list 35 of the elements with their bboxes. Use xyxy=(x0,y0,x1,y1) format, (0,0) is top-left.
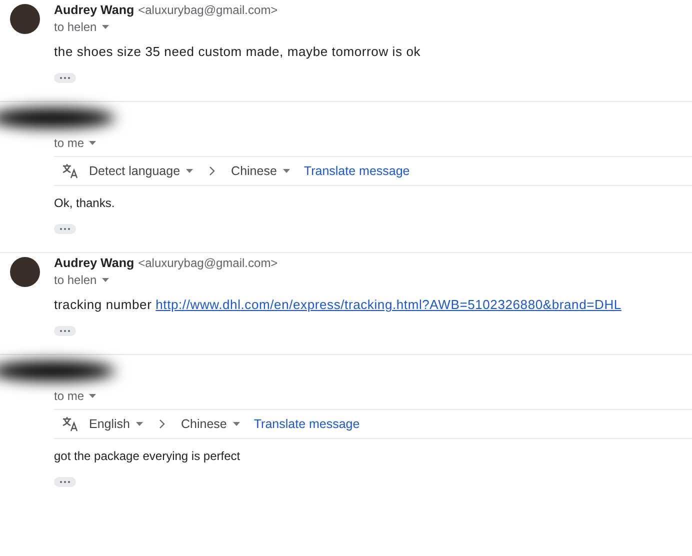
caret-icon xyxy=(232,422,240,426)
recipient-dropdown[interactable]: to helen xyxy=(54,273,278,287)
message-body: Ok, thanks. xyxy=(54,196,116,210)
caret-icon xyxy=(136,422,143,426)
caret-icon xyxy=(282,169,290,173)
source-language-dropdown[interactable]: Detect language xyxy=(89,164,194,178)
message-body: tracking number http://www.dhl.com/en/express/tracking.html?AWB=5102326880&brand=DHL xyxy=(54,297,622,312)
chevron-right-icon xyxy=(159,419,165,429)
translate-message-link[interactable]: Translate message xyxy=(304,164,410,178)
sender-email: <aluxurybag@gmail.com> xyxy=(138,256,278,270)
target-language-dropdown[interactable]: Chinese xyxy=(181,417,240,431)
chevron-right-icon xyxy=(209,166,216,176)
caret-icon xyxy=(89,394,96,398)
target-language-dropdown[interactable]: Chinese xyxy=(231,164,290,178)
sender-email: <aluxurybag@gmail.com> xyxy=(138,3,278,17)
source-language-dropdown[interactable]: English xyxy=(89,417,143,431)
recipient-dropdown[interactable]: to helen xyxy=(54,20,278,34)
tracking-link[interactable]: http://www.dhl.com/en/express/tracking.html?AWB=5102326880&brand=DHL xyxy=(156,297,622,312)
show-trimmed-content-button[interactable] xyxy=(54,326,76,336)
message-body: the shoes size 35 need custom made, maybe tomorrow is ok xyxy=(54,44,422,59)
translate-icon xyxy=(62,163,79,179)
caret-icon xyxy=(102,278,109,282)
show-trimmed-content-button[interactable] xyxy=(54,73,76,83)
caret-icon xyxy=(89,141,96,145)
recipient-dropdown[interactable]: to me xyxy=(54,136,96,150)
sender-name: Audrey Wang xyxy=(54,3,134,17)
message-body: got the package everying is perfect xyxy=(54,449,242,463)
recipient-dropdown[interactable]: to me xyxy=(54,389,96,403)
sender-name: Audrey Wang xyxy=(54,256,134,270)
show-trimmed-content-button[interactable] xyxy=(54,477,76,487)
caret-icon xyxy=(102,25,109,29)
caret-icon xyxy=(186,169,194,173)
show-trimmed-content-button[interactable] xyxy=(54,224,76,234)
translate-message-link[interactable]: Translate message xyxy=(254,417,360,431)
translate-icon xyxy=(62,416,79,432)
